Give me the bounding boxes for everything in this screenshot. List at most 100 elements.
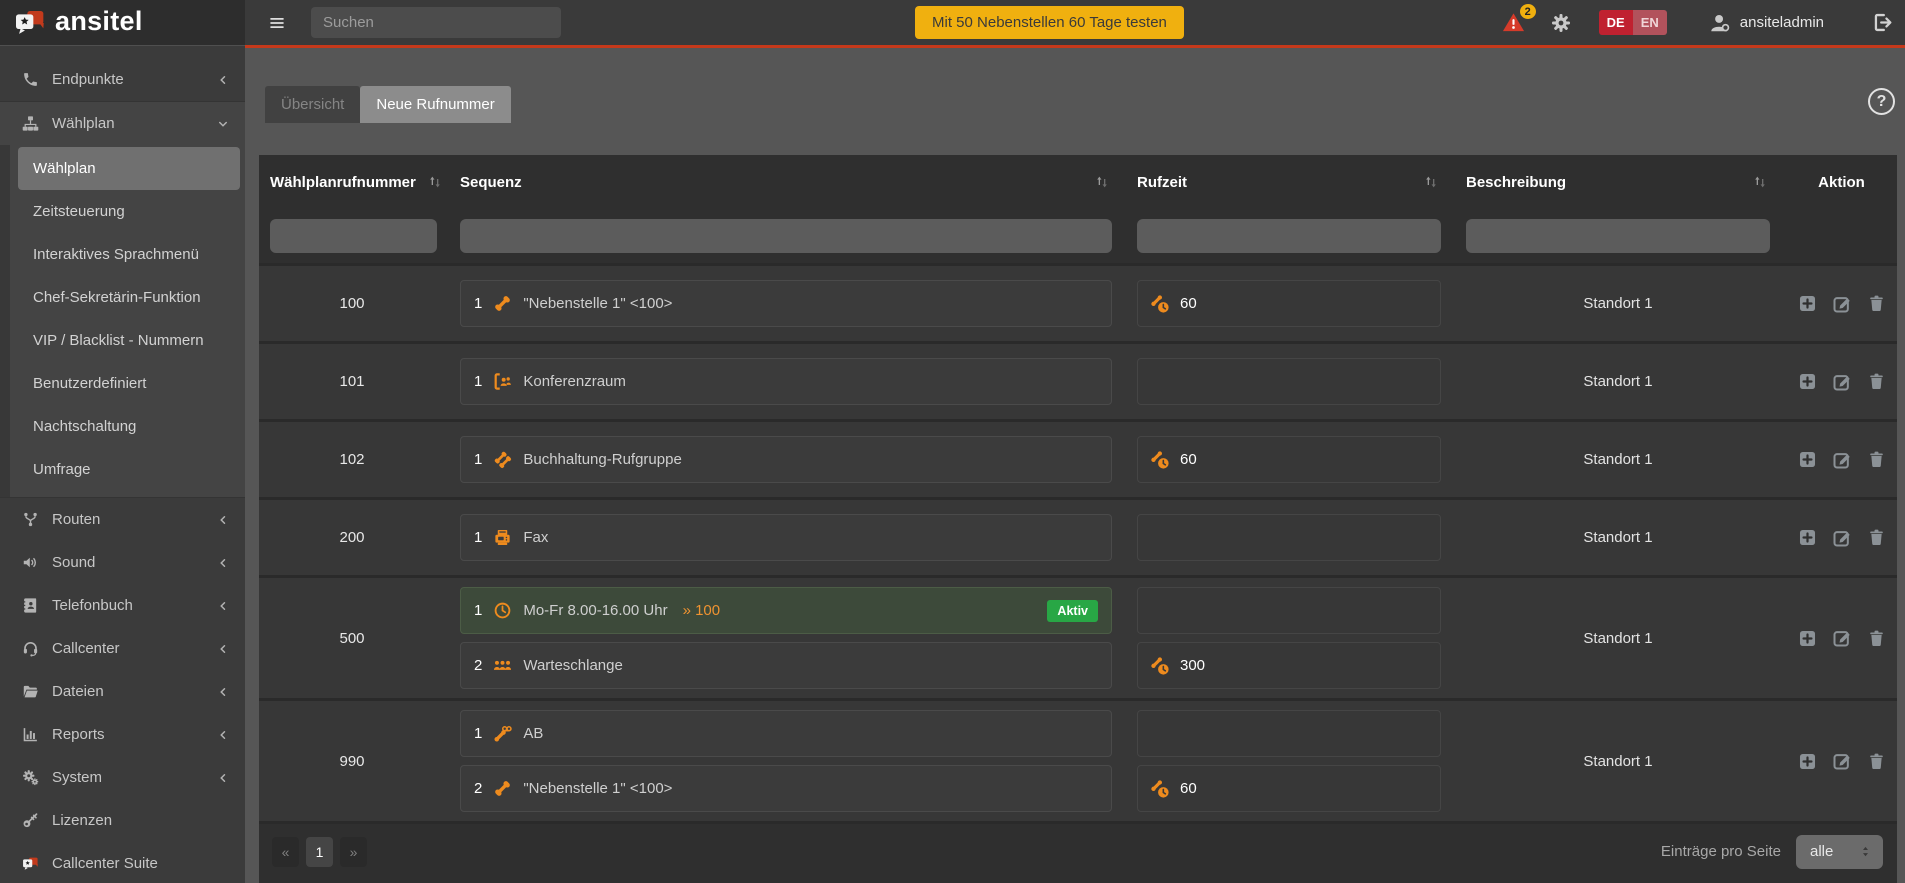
trash-icon	[1867, 629, 1886, 648]
row-edit-button[interactable]	[1832, 528, 1852, 548]
submenu-item-umfrage[interactable]: Umfrage	[18, 448, 240, 491]
column-header-rufzeit[interactable]: Rufzeit	[1120, 174, 1450, 191]
folder-icon	[22, 683, 39, 700]
action-cell	[1786, 372, 1897, 392]
sidebar-item-label: Dateien	[52, 683, 104, 700]
row-edit-button[interactable]	[1832, 628, 1852, 648]
trash-icon	[1867, 450, 1886, 469]
row-add-button[interactable]	[1798, 528, 1817, 548]
column-header-sequenz[interactable]: Sequenz	[445, 174, 1120, 191]
row-add-button[interactable]	[1798, 751, 1817, 771]
ringtime-cell	[1120, 358, 1450, 405]
sidebar-item-telefonbuch[interactable]: Telefonbuch	[0, 584, 245, 627]
user-menu[interactable]: ansiteladmin	[1709, 12, 1824, 34]
row-delete-button[interactable]	[1867, 528, 1886, 548]
submenu-item-nachtschaltung[interactable]: Nachtschaltung	[18, 405, 240, 448]
sidebar-item-endpunkte[interactable]: Endpunkte	[0, 58, 245, 101]
tab-uebersicht[interactable]: Übersicht	[265, 86, 361, 123]
filter-beschreibung-input[interactable]	[1466, 219, 1770, 253]
sidebar-item-callcenter-suite[interactable]: Callcenter Suite	[0, 842, 245, 883]
language-en-button[interactable]: EN	[1632, 10, 1667, 35]
row-edit-button[interactable]	[1832, 450, 1852, 470]
settings-button[interactable]	[1551, 13, 1571, 33]
filter-rufzeit-input[interactable]	[1137, 219, 1441, 253]
column-label: Beschreibung	[1466, 173, 1567, 191]
sidebar-item-dateien[interactable]: Dateien	[0, 670, 245, 713]
help-button[interactable]: ?	[1868, 88, 1895, 115]
row-add-button[interactable]	[1798, 628, 1817, 648]
submenu-item-zeitsteuerung[interactable]: Zeitsteuerung	[18, 190, 240, 233]
sort-icon[interactable]	[1092, 174, 1112, 190]
row-delete-button[interactable]	[1867, 751, 1886, 771]
sequence-step[interactable]: 2 "Nebenstelle 1" <100>	[460, 765, 1112, 812]
step-number: 2	[474, 657, 483, 674]
chevron-left-icon	[217, 514, 229, 526]
edit-icon	[1832, 372, 1852, 392]
submenu-item-chef-sekretaerin[interactable]: Chef-Sekretärin-Funktion	[18, 276, 240, 319]
sequence-step[interactable]: 1 Mo-Fr 8.00-16.00 Uhr » 100 Aktiv	[460, 587, 1112, 634]
sort-icon[interactable]	[1750, 174, 1770, 190]
row-delete-button[interactable]	[1867, 294, 1886, 314]
sequence-step[interactable]: 2 Warteschlange	[460, 642, 1112, 689]
dialplan-number: 500	[339, 629, 365, 647]
step-target-label: Fax	[523, 529, 549, 546]
sidebar-item-label: Callcenter	[52, 640, 120, 657]
dialplan-number: 101	[339, 373, 365, 390]
sidebar-item-system[interactable]: System	[0, 756, 245, 799]
app-logo[interactable]: ansitel	[0, 0, 245, 45]
action-cell	[1786, 294, 1897, 314]
filter-rufnummer-input[interactable]	[270, 219, 437, 253]
sidebar-item-callcenter[interactable]: Callcenter	[0, 627, 245, 670]
column-header-beschreibung[interactable]: Beschreibung	[1450, 174, 1786, 191]
sidebar-item-waehlplan[interactable]: Wählplan	[0, 102, 245, 145]
sort-icon[interactable]	[1421, 174, 1441, 190]
row-delete-button[interactable]	[1867, 628, 1886, 648]
action-cell	[1786, 751, 1897, 771]
warnings-button[interactable]: 2	[1502, 4, 1536, 34]
row-add-button[interactable]	[1798, 450, 1817, 470]
description-label: Standort 1	[1583, 529, 1653, 546]
per-page-select[interactable]: alle	[1796, 834, 1883, 869]
sidebar-item-label: Telefonbuch	[52, 597, 133, 614]
row-delete-button[interactable]	[1867, 372, 1886, 392]
ringtime-value: 60	[1180, 295, 1197, 312]
pagination-prev-button[interactable]: «	[272, 836, 299, 867]
row-add-button[interactable]	[1798, 372, 1817, 392]
step-target-label: "Nebenstelle 1" <100>	[523, 780, 673, 797]
sort-icon[interactable]	[425, 174, 445, 190]
submenu-item-benutzerdefiniert[interactable]: Benutzerdefiniert	[18, 362, 240, 405]
trial-offer-button[interactable]: Mit 50 Nebenstellen 60 Tage testen	[915, 6, 1184, 39]
sidebar-item-routen[interactable]: Routen	[0, 498, 245, 541]
sequence-step[interactable]: 1 Konferenzraum	[460, 358, 1112, 405]
submenu-item-waehlplan[interactable]: Wählplan	[18, 147, 240, 190]
ringtime-box: 60	[1137, 280, 1441, 327]
submenu-item-sprachmenue[interactable]: Interaktives Sprachmenü	[18, 233, 240, 276]
submenu-item-vip-blacklist[interactable]: VIP / Blacklist - Nummern	[18, 319, 240, 362]
trash-icon	[1867, 752, 1886, 771]
sequence-cell: 1 AB 2 "Nebenstelle 1" <100>	[445, 710, 1120, 812]
sidebar-item-sound[interactable]: Sound	[0, 541, 245, 584]
row-add-button[interactable]	[1798, 294, 1817, 314]
edit-icon	[1832, 751, 1852, 771]
sequence-step[interactable]: 1 AB	[460, 710, 1112, 757]
language-de-button[interactable]: DE	[1598, 10, 1633, 35]
row-edit-button[interactable]	[1832, 751, 1852, 771]
sequence-step[interactable]: 1 Buchhaltung-Rufgruppe	[460, 436, 1112, 483]
pagination-next-button[interactable]: »	[340, 836, 367, 867]
row-delete-button[interactable]	[1867, 450, 1886, 470]
sequence-step[interactable]: 1 "Nebenstelle 1" <100>	[460, 280, 1112, 327]
logout-button[interactable]	[1872, 12, 1893, 33]
sidebar-item-lizenzen[interactable]: Lizenzen	[0, 799, 245, 842]
row-edit-button[interactable]	[1832, 372, 1852, 392]
plus-icon	[1798, 629, 1817, 648]
row-edit-button[interactable]	[1832, 294, 1852, 314]
pagination-page-1-button[interactable]: 1	[306, 836, 333, 867]
search-input[interactable]	[311, 7, 561, 38]
sequence-step[interactable]: 1 Fax	[460, 514, 1112, 561]
sidebar-item-reports[interactable]: Reports	[0, 713, 245, 756]
column-header-waehlplanrufnummer[interactable]: Wählplanrufnummer	[259, 174, 445, 191]
tab-neue-rufnummer[interactable]: Neue Rufnummer	[360, 86, 511, 123]
menu-toggle-button[interactable]	[267, 15, 287, 31]
filter-sequenz-input[interactable]	[460, 219, 1112, 253]
updown-icon	[1858, 844, 1873, 859]
